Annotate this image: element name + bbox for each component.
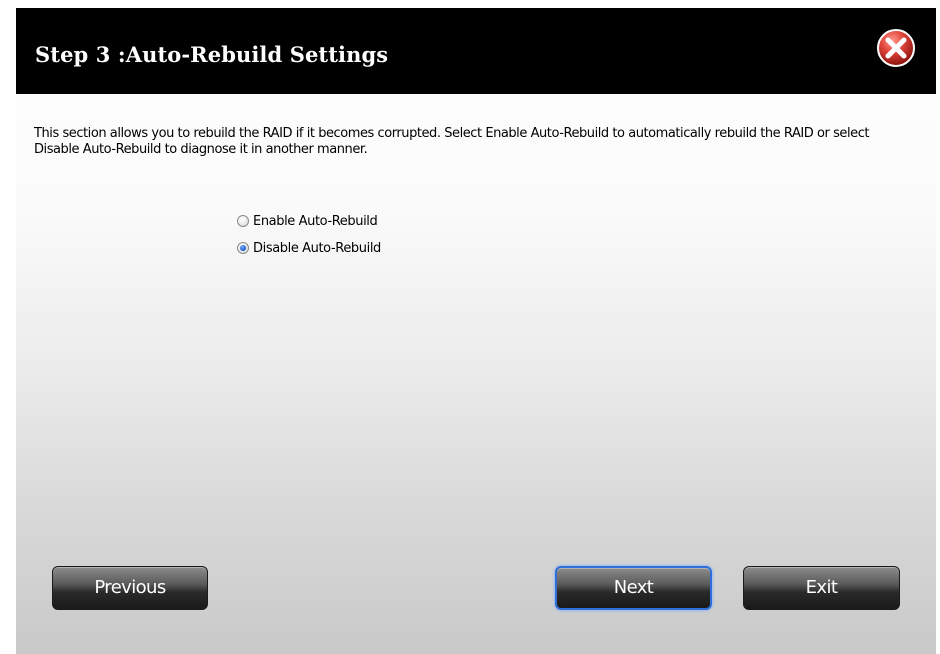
enable-auto-rebuild-radio[interactable] [237,215,249,227]
section-description: This section allows you to rebuild the R… [34,126,870,157]
enable-auto-rebuild-option[interactable]: Enable Auto-Rebuild [237,214,378,229]
next-button[interactable]: Next [555,566,712,610]
previous-button[interactable]: Previous [52,566,208,610]
auto-rebuild-dialog: Step 3 :Auto-Rebuild Settings This secti… [16,8,936,654]
close-icon[interactable] [876,28,916,68]
enable-auto-rebuild-label: Enable Auto-Rebuild [253,214,378,229]
disable-auto-rebuild-option[interactable]: Disable Auto-Rebuild [237,241,381,256]
close-icon-graphic [877,29,915,67]
exit-button[interactable]: Exit [743,566,900,610]
dialog-titlebar: Step 3 :Auto-Rebuild Settings [16,8,936,94]
dialog-title: Step 3 :Auto-Rebuild Settings [35,42,389,67]
disable-auto-rebuild-label: Disable Auto-Rebuild [253,241,381,256]
disable-auto-rebuild-radio[interactable] [237,242,249,254]
